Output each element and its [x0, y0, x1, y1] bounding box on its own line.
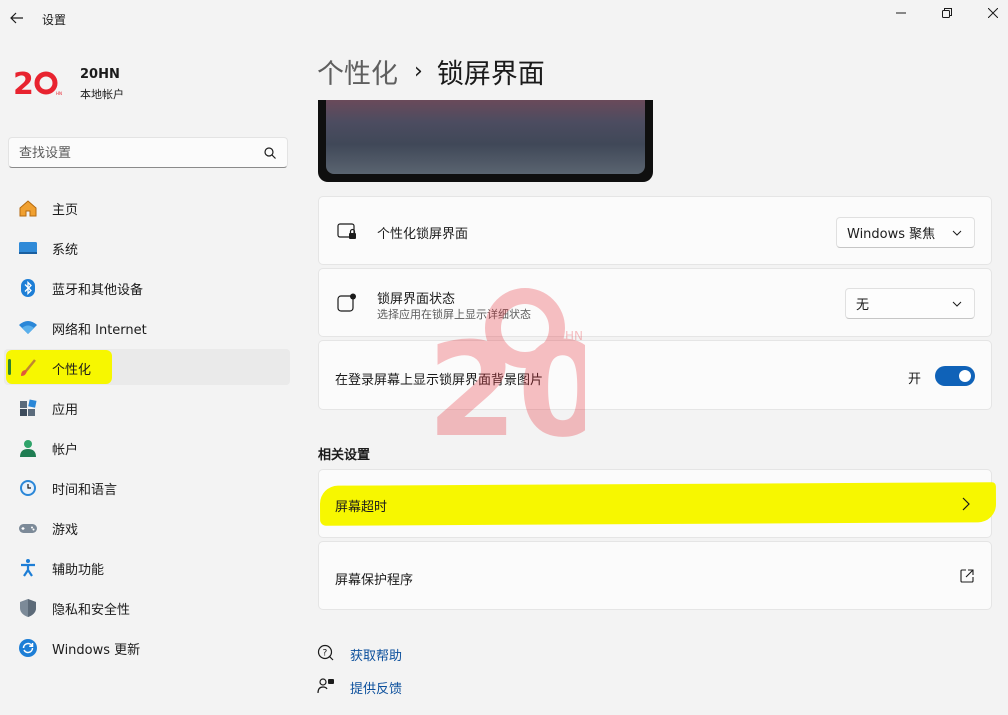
- account-icon: [18, 438, 38, 458]
- sidebar-item-system[interactable]: 系统: [4, 229, 290, 265]
- feedback-link[interactable]: 提供反馈: [350, 678, 402, 697]
- highlight-marker: [319, 482, 997, 526]
- lockscreen-background-dropdown[interactable]: Windows 聚焦: [836, 217, 975, 248]
- sidebar-item-home[interactable]: 主页: [4, 189, 290, 225]
- signin-background-card: 在登录屏幕上显示锁屏界面背景图片 开: [318, 340, 992, 410]
- update-icon: [18, 638, 38, 658]
- feedback-icon: [317, 678, 334, 694]
- accessibility-icon: [18, 558, 38, 578]
- get-help-link[interactable]: 获取帮助: [350, 645, 402, 664]
- sidebar-item-label: 蓝牙和其他设备: [52, 283, 144, 298]
- app-title: 设置: [42, 13, 67, 27]
- breadcrumb-parent[interactable]: 个性化: [317, 52, 398, 91]
- minimize-button[interactable]: [878, 2, 924, 24]
- svg-text:HN: HN: [56, 91, 62, 96]
- search-icon[interactable]: [263, 146, 277, 160]
- close-button[interactable]: [970, 2, 1008, 24]
- home-icon: [18, 198, 38, 218]
- profile-name: 20HN: [80, 67, 120, 82]
- profile-account-type: 本地帐户: [80, 88, 124, 101]
- sidebar-item-label: 隐私和安全性: [52, 603, 131, 618]
- sidebar-item-windows-update[interactable]: Windows 更新: [4, 629, 290, 665]
- avatar[interactable]: 2 HN: [12, 64, 64, 102]
- lockscreen-status-description: 选择应用在锁屏上显示详细状态: [377, 308, 531, 321]
- screensaver-card[interactable]: 屏幕保护程序: [318, 541, 992, 610]
- selection-indicator: [8, 359, 11, 375]
- lockscreen-status-dropdown[interactable]: 无: [845, 288, 975, 319]
- restore-icon: [942, 8, 952, 18]
- brand-logo-icon: 2 HN: [13, 67, 62, 102]
- clock-globe-icon: [18, 478, 38, 498]
- sidebar-item-label: 系统: [52, 243, 79, 258]
- brush-icon: [18, 358, 38, 378]
- sidebar-item-bluetooth[interactable]: 蓝牙和其他设备: [4, 269, 290, 305]
- screen-timeout-label: 屏幕超时: [335, 500, 388, 515]
- screensaver-label: 屏幕保护程序: [335, 573, 414, 588]
- gamepad-icon: [18, 518, 38, 538]
- dropdown-value: 无: [856, 298, 870, 313]
- svg-text:?: ?: [323, 649, 328, 659]
- sidebar-item-personalization[interactable]: 个性化: [4, 349, 290, 385]
- chevron-down-icon: [952, 230, 962, 236]
- sidebar-item-network[interactable]: 网络和 Internet: [4, 309, 290, 345]
- title-bar: 设置: [0, 0, 1008, 40]
- personalize-lockscreen-card: 个性化锁屏界面 Windows 聚焦: [318, 196, 992, 265]
- sidebar-item-privacy[interactable]: 隐私和安全性: [4, 589, 290, 625]
- open-external-icon: [960, 569, 974, 583]
- bluetooth-icon: [18, 278, 38, 298]
- search-box[interactable]: [8, 137, 288, 168]
- sidebar-item-label: 网络和 Internet: [52, 323, 147, 338]
- status-badge-icon: [337, 293, 356, 312]
- sidebar-nav: 主页 系统 蓝牙和其他设备 网络和 Internet 个性化 应用 帐户 时间和…: [4, 189, 290, 669]
- sidebar-item-label: 辅助功能: [52, 563, 105, 578]
- sidebar-item-apps[interactable]: 应用: [4, 389, 290, 425]
- sidebar-item-label: 应用: [52, 403, 79, 418]
- sidebar-item-label: Windows 更新: [52, 643, 141, 658]
- toggle-knob: [959, 370, 971, 382]
- sidebar-item-label: 时间和语言: [52, 483, 118, 498]
- apps-icon: [18, 398, 38, 418]
- signin-background-label: 在登录屏幕上显示锁屏界面背景图片: [335, 373, 544, 388]
- dropdown-value: Windows 聚焦: [847, 227, 936, 242]
- back-button[interactable]: [8, 9, 26, 27]
- lockscreen-status-card: 锁屏界面状态 选择应用在锁屏上显示详细状态 无: [318, 268, 992, 337]
- breadcrumb: 个性化 › 锁屏界面: [317, 52, 545, 91]
- search-input[interactable]: [19, 144, 259, 162]
- sidebar-item-accounts[interactable]: 帐户: [4, 429, 290, 465]
- lockscreen-status-label: 锁屏界面状态: [377, 292, 456, 307]
- lockscreen-preview: [318, 100, 653, 182]
- signin-background-toggle[interactable]: [935, 366, 975, 386]
- sidebar-item-label: 个性化: [52, 363, 92, 378]
- breadcrumb-separator: ›: [414, 59, 423, 84]
- chevron-right-icon[interactable]: [962, 497, 970, 511]
- restore-button[interactable]: [924, 2, 970, 24]
- wifi-icon: [18, 318, 38, 338]
- arrow-left-icon: [10, 12, 23, 24]
- sidebar-item-accessibility[interactable]: 辅助功能: [4, 549, 290, 585]
- minimize-icon: [896, 12, 906, 14]
- shield-icon: [18, 598, 38, 618]
- sidebar-item-label: 帐户: [52, 443, 79, 458]
- lockscreen-monitor-icon: [337, 223, 356, 239]
- sidebar-item-time-language[interactable]: 时间和语言: [4, 469, 290, 505]
- related-settings-heading: 相关设置: [318, 448, 371, 463]
- system-icon: [18, 238, 38, 258]
- close-icon: [988, 8, 998, 18]
- sidebar-item-label: 主页: [52, 203, 79, 218]
- chevron-down-icon: [952, 301, 962, 307]
- help-icon: ?: [317, 644, 334, 661]
- personalize-lockscreen-label: 个性化锁屏界面: [377, 227, 469, 242]
- lockscreen-preview-image: [326, 100, 645, 174]
- svg-text:2: 2: [13, 67, 34, 102]
- page-title: 锁屏界面: [436, 59, 545, 90]
- sidebar-item-gaming[interactable]: 游戏: [4, 509, 290, 545]
- toggle-state-label: 开: [908, 372, 922, 387]
- sidebar-item-label: 游戏: [52, 523, 79, 538]
